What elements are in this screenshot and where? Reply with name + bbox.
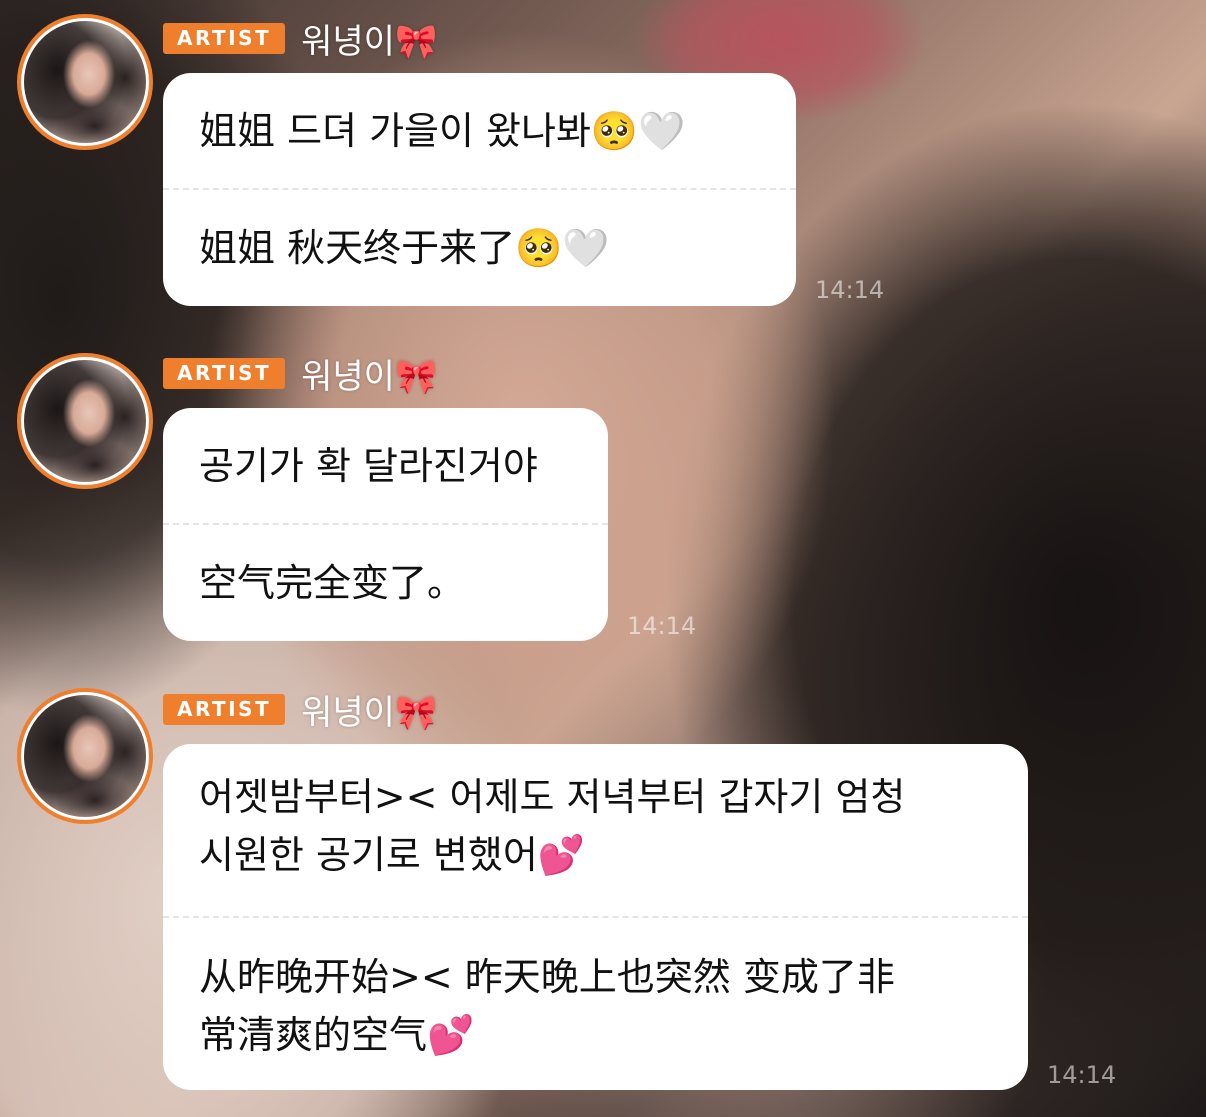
message-line: 从昨晚开始>< 昨天晚上也突然 变成了非 (199, 955, 895, 999)
sender-row: ARTIST 워녕이🎀 (163, 353, 437, 397)
message-timestamp: 14:14 (627, 612, 697, 640)
sender-row: ARTIST 워녕이🎀 (163, 689, 437, 733)
artist-badge: ARTIST (163, 22, 286, 54)
message-line: 常清爽的空气💕 (199, 1013, 475, 1057)
message-timestamp: 14:14 (1047, 1061, 1117, 1089)
sender-name[interactable]: 워녕이🎀 (301, 14, 437, 63)
message-line: 어젯밤부터>< 어제도 저녁부터 갑자기 엄청 (199, 775, 906, 819)
avatar[interactable] (17, 14, 153, 150)
message-bubble[interactable]: 姐姐 드뎌 가을이 왔나봐🥺🤍 姐姐 秋天终于来了🥺🤍 (163, 73, 796, 306)
message-text-korean: 姐姐 드뎌 가을이 왔나봐🥺🤍 (199, 108, 686, 153)
artist-badge: ARTIST (163, 693, 286, 725)
sender-name[interactable]: 워녕이🎀 (301, 685, 437, 734)
sender-name[interactable]: 워녕이🎀 (301, 349, 437, 398)
message-timestamp: 14:14 (815, 276, 885, 304)
message-text-korean: 공기가 확 달라진거야 (199, 443, 538, 488)
message-line: 시원한 공기로 변했어💕 (199, 833, 586, 877)
chat-area[interactable]: ARTIST 워녕이🎀 姐姐 드뎌 가을이 왔나봐🥺🤍 姐姐 秋天终于来了🥺🤍 … (0, 0, 1206, 1117)
avatar[interactable] (17, 688, 153, 824)
message-text-chinese: 姐姐 秋天终于来了🥺🤍 (199, 226, 610, 270)
artist-badge: ARTIST (163, 357, 286, 389)
message-bubble[interactable]: 어젯밤부터>< 어제도 저녁부터 갑자기 엄청 시원한 공기로 변했어💕 从昨晚… (163, 744, 1028, 1090)
message-text-chinese: 从昨晚开始>< 昨天晚上也突然 变成了非 常清爽的空气💕 (163, 918, 1028, 1090)
message-text-chinese: 空气完全变了。 (199, 561, 466, 605)
avatar[interactable] (17, 353, 153, 489)
message-text-korean: 어젯밤부터>< 어제도 저녁부터 갑자기 엄청 시원한 공기로 변했어💕 (163, 744, 1028, 916)
message-bubble[interactable]: 공기가 확 달라진거야 空气完全变了。 (163, 408, 608, 641)
sender-row: ARTIST 워녕이🎀 (163, 18, 437, 62)
